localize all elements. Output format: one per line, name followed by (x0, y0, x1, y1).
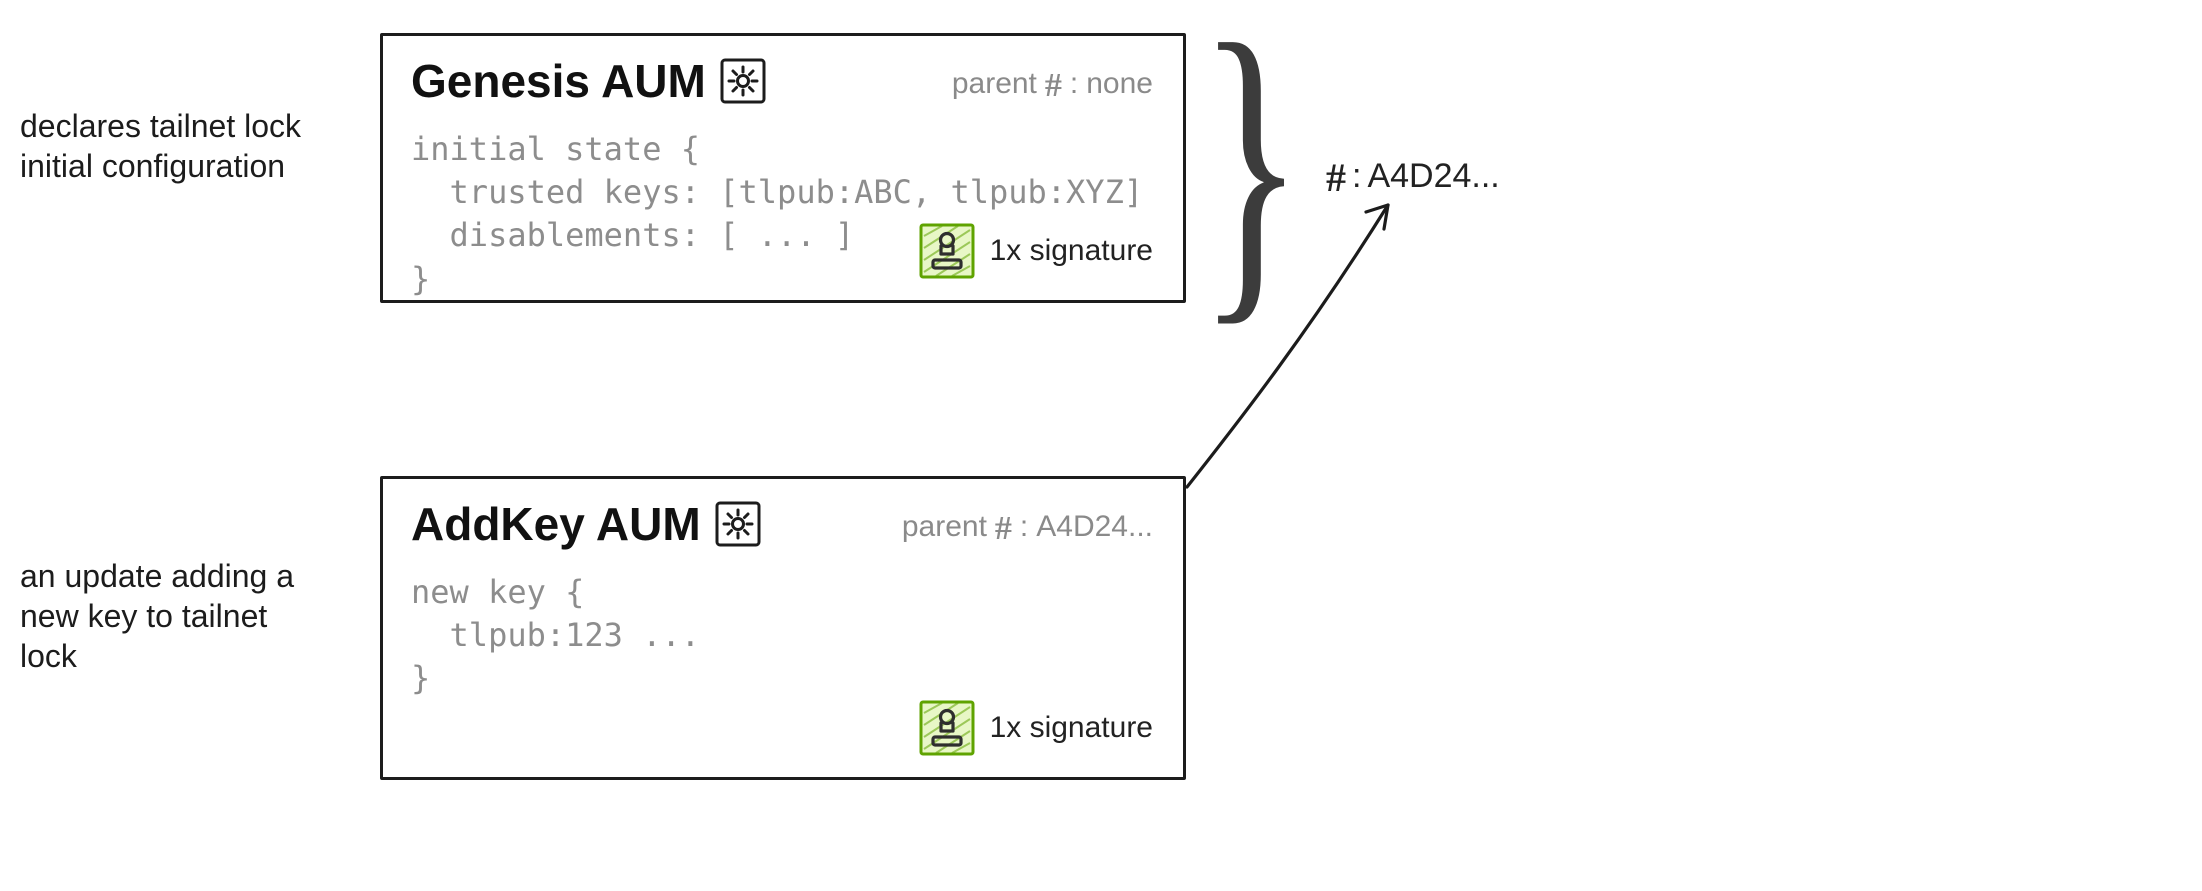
hash-icon: # (995, 510, 1012, 548)
addkey-aum-box: AddKey AUM (380, 476, 1186, 780)
annotation-addkey: an update adding a new key to tailnet lo… (20, 556, 340, 676)
genesis-parent-label: parent #: none (952, 64, 1153, 102)
addkey-title: AddKey AUM (411, 497, 701, 551)
annotation-genesis: declares tailnet lock initial configurat… (20, 106, 340, 186)
addkey-parent-label: parent #: A4D24... (902, 507, 1153, 545)
hash-icon: # (1326, 154, 1346, 201)
stamp-icon (918, 222, 976, 280)
genesis-parent-value: none (1086, 67, 1153, 101)
hash-result-value: A4D24... (1367, 157, 1499, 196)
addkey-signature-label: 1x signature (990, 711, 1153, 745)
diagram-canvas: declares tailnet lock initial configurat… (0, 0, 2202, 891)
addkey-signature-row: 1x signature (918, 699, 1153, 757)
genesis-signature-row: 1x signature (918, 222, 1153, 280)
genesis-parent-prefix: parent (952, 67, 1037, 101)
addkey-parent-prefix: parent (902, 510, 987, 544)
gear-icon (720, 58, 766, 104)
addkey-parent-value: A4D24... (1036, 510, 1153, 544)
hash-result-label: #: A4D24... (1326, 150, 1500, 197)
gear-icon (715, 501, 761, 547)
addkey-code: new key { tlpub:123 ... } (411, 571, 1155, 701)
stamp-icon (918, 699, 976, 757)
brace-icon: } (1198, 0, 1304, 334)
hash-icon: # (1045, 67, 1062, 105)
genesis-aum-box: Genesis AUM (380, 33, 1186, 303)
genesis-title: Genesis AUM (411, 54, 706, 108)
genesis-signature-label: 1x signature (990, 234, 1153, 268)
annotation-genesis-text: declares tailnet lock initial configurat… (20, 108, 301, 184)
annotation-addkey-text: an update adding a new key to tailnet lo… (20, 558, 294, 674)
